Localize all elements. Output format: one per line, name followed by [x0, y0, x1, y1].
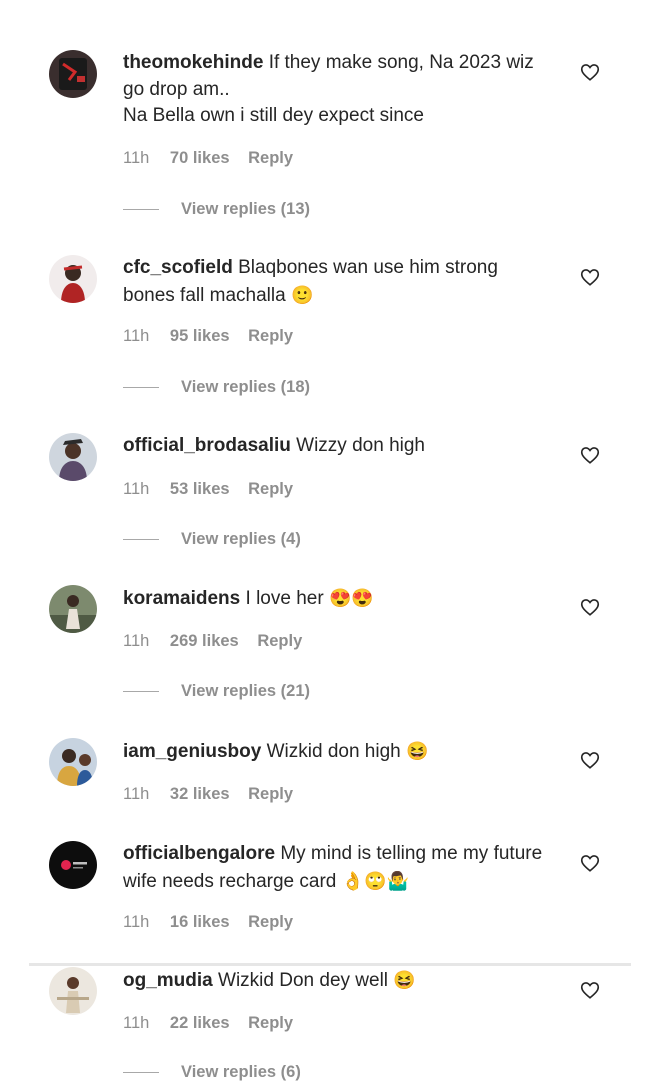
comment-time: 11h — [123, 913, 150, 931]
replies-divider-line — [123, 691, 159, 693]
reply-button[interactable]: Reply — [248, 149, 293, 167]
comment-body: cfc_scofield Blaqbones wan use him stron… — [123, 255, 543, 309]
avatar[interactable] — [49, 433, 97, 481]
comment-text: Wizzy don high — [296, 435, 425, 456]
reply-button[interactable]: Reply — [257, 632, 302, 650]
comment-time: 11h — [123, 480, 150, 498]
comment-meta: 11h 70 likes Reply — [123, 149, 307, 168]
comment-meta: 11h 22 likes Reply — [123, 1014, 307, 1033]
reply-button[interactable]: Reply — [248, 1014, 293, 1032]
avatar[interactable] — [49, 50, 97, 98]
like-heart-icon[interactable] — [579, 444, 601, 466]
comment-likes[interactable]: 269 likes — [170, 632, 239, 650]
replies-divider-line — [123, 1072, 159, 1074]
comment-time: 11h — [123, 1014, 150, 1032]
comment-likes[interactable]: 22 likes — [170, 1014, 230, 1032]
comment-meta: 11h 53 likes Reply — [123, 480, 307, 499]
comment-time: 11h — [123, 327, 150, 345]
section-divider — [29, 963, 631, 966]
comment-meta: 11h 16 likes Reply — [123, 913, 307, 932]
comment-body: theomokehinde If they make song, Na 2023… — [123, 50, 543, 130]
view-replies-button[interactable]: View replies (13) — [123, 200, 310, 219]
avatar[interactable] — [49, 967, 97, 1015]
avatar[interactable] — [49, 255, 97, 303]
comment-likes[interactable]: 32 likes — [170, 785, 230, 803]
comment-body: officialbengalore My mind is telling me … — [123, 841, 543, 895]
view-replies-button[interactable]: View replies (6) — [123, 1063, 301, 1082]
replies-divider-line — [123, 387, 159, 389]
comment-text: Wizkid Don dey well — [218, 970, 389, 991]
comment-body: og_mudia Wizkid Don dey well 😆 — [123, 967, 543, 995]
comment-emoji: 👌🙄🤷‍♂️ — [341, 870, 409, 891]
like-heart-icon[interactable] — [579, 61, 601, 83]
view-replies-label[interactable]: View replies (18) — [181, 378, 310, 396]
like-heart-icon[interactable] — [579, 749, 601, 771]
avatar[interactable] — [49, 585, 97, 633]
like-heart-icon[interactable] — [579, 852, 601, 874]
comment-emoji: 😆 — [406, 741, 429, 761]
comment-text-line2: Na Bella own i still dey expect since — [123, 105, 424, 126]
comment-likes[interactable]: 70 likes — [170, 149, 230, 167]
comment-time: 11h — [123, 632, 150, 650]
comment-username[interactable]: iam_geniusboy — [123, 741, 261, 762]
avatar[interactable] — [49, 738, 97, 786]
view-replies-button[interactable]: View replies (18) — [123, 378, 310, 397]
comment-meta: 11h 95 likes Reply — [123, 327, 307, 346]
comment-emoji: 🙂 — [290, 284, 314, 305]
view-replies-label[interactable]: View replies (6) — [181, 1063, 301, 1081]
comment-body: koramaidens I love her 😍😍 — [123, 585, 543, 613]
like-heart-icon[interactable] — [579, 596, 601, 618]
comment-username[interactable]: og_mudia — [123, 970, 213, 991]
view-replies-button[interactable]: View replies (4) — [123, 530, 301, 549]
comment-username[interactable]: koramaidens — [123, 588, 240, 609]
comment-body: official_brodasaliu Wizzy don high — [123, 433, 543, 460]
comment-username[interactable]: official_brodasaliu — [123, 435, 291, 456]
reply-button[interactable]: Reply — [248, 480, 293, 498]
comment-likes[interactable]: 16 likes — [170, 913, 230, 931]
avatar[interactable] — [49, 841, 97, 889]
comment-username[interactable]: theomokehinde — [123, 52, 263, 73]
reply-button[interactable]: Reply — [248, 913, 293, 931]
comment-time: 11h — [123, 785, 150, 803]
comment-emoji: 😆 — [393, 970, 416, 990]
comment-username[interactable]: cfc_scofield — [123, 257, 233, 278]
comment-time: 11h — [123, 149, 150, 167]
replies-divider-line — [123, 539, 159, 541]
comment-emoji: 😍😍 — [328, 588, 374, 608]
view-replies-label[interactable]: View replies (21) — [181, 682, 310, 700]
replies-divider-line — [123, 209, 159, 211]
comment-meta: 11h 269 likes Reply — [123, 632, 316, 651]
like-heart-icon[interactable] — [579, 266, 601, 288]
comment-body: iam_geniusboy Wizkid don high 😆 — [123, 738, 543, 766]
reply-button[interactable]: Reply — [248, 785, 293, 803]
comment-text: I love her — [245, 588, 324, 609]
view-replies-label[interactable]: View replies (13) — [181, 200, 310, 218]
like-heart-icon[interactable] — [579, 979, 601, 1001]
comment-likes[interactable]: 53 likes — [170, 480, 230, 498]
comment-meta: 11h 32 likes Reply — [123, 785, 307, 804]
comment-likes[interactable]: 95 likes — [170, 327, 230, 345]
view-replies-label[interactable]: View replies (4) — [181, 530, 301, 548]
view-replies-button[interactable]: View replies (21) — [123, 682, 310, 701]
reply-button[interactable]: Reply — [248, 327, 293, 345]
comment-username[interactable]: officialbengalore — [123, 843, 275, 864]
comment-text: Wizkid don high — [266, 741, 401, 762]
